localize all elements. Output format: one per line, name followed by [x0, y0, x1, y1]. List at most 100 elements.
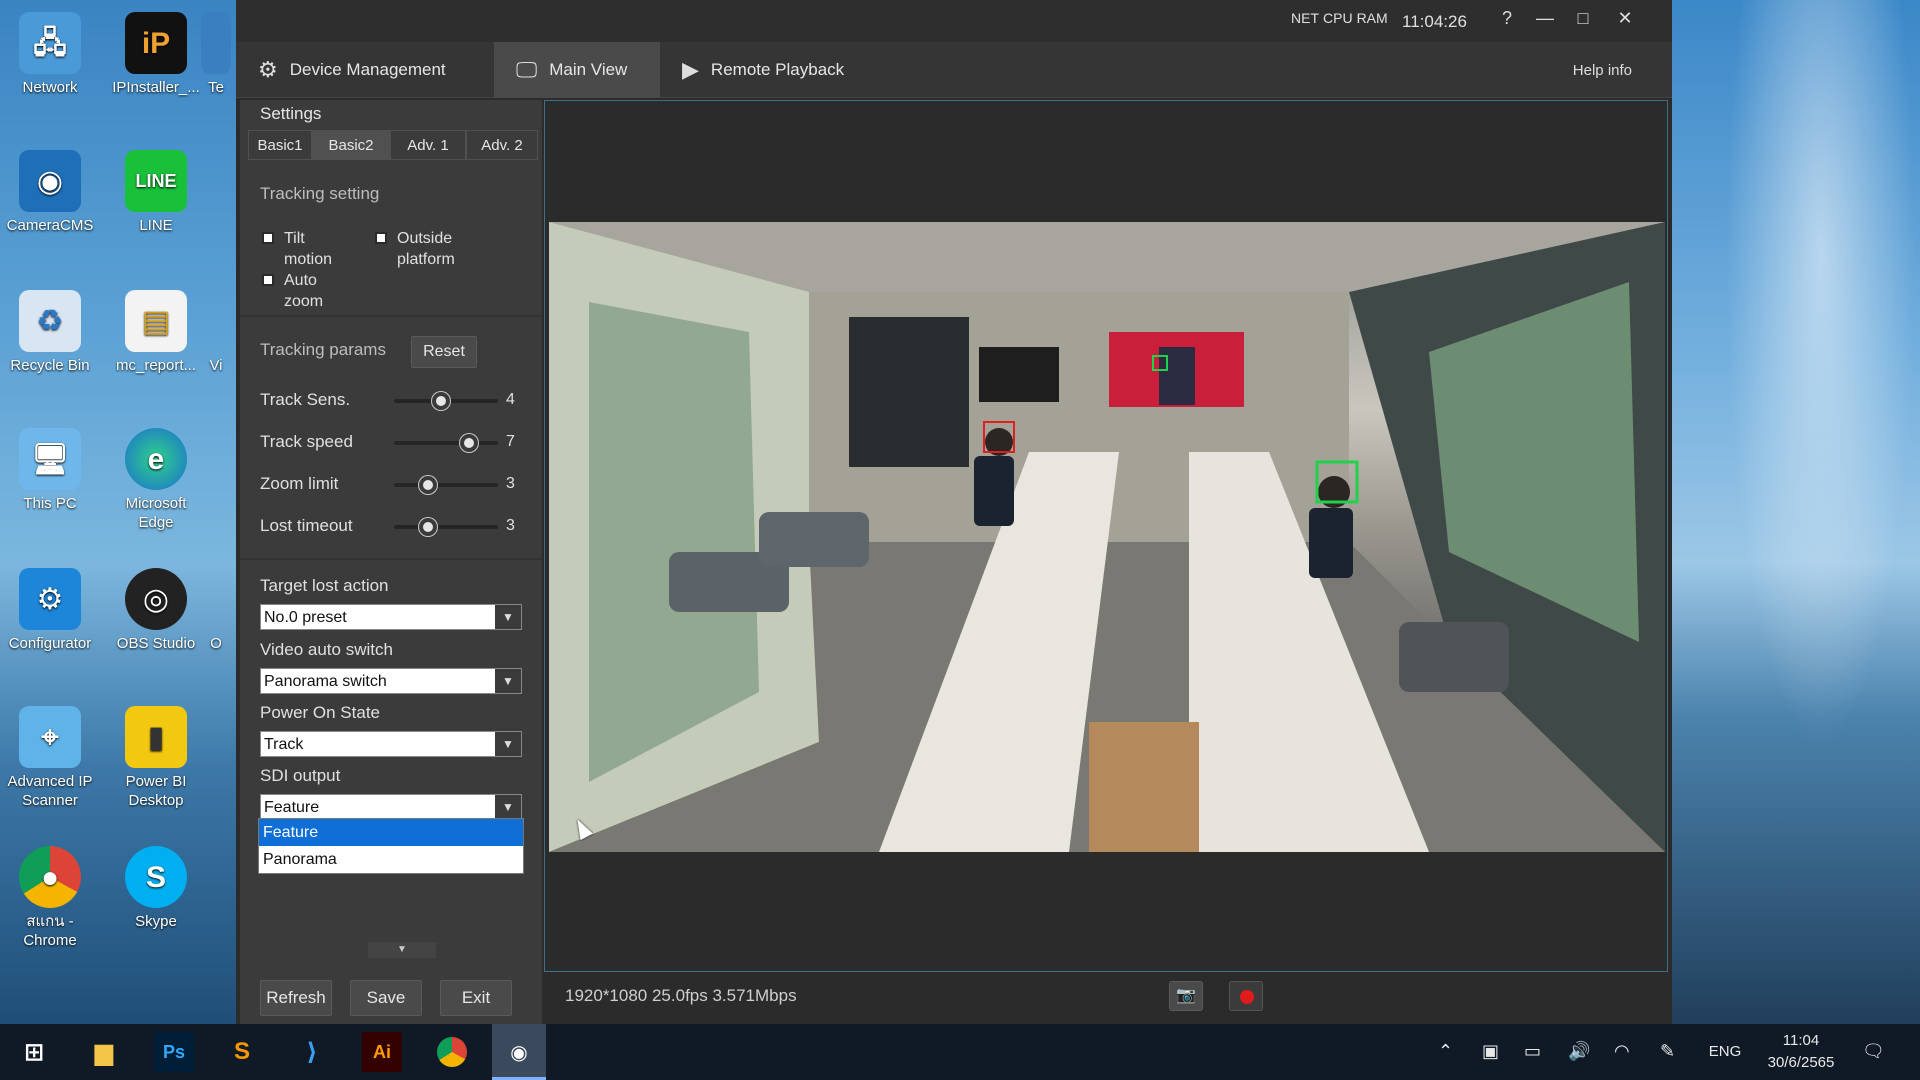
wifi-icon[interactable]: ◠	[1614, 1041, 1630, 1062]
tab-main-view[interactable]: 🖵 Main View	[494, 42, 660, 98]
power-on-state-select[interactable]: Track ▼	[260, 731, 522, 757]
reset-button[interactable]: Reset	[411, 336, 477, 368]
system-monitor: NET CPU RAM	[1291, 10, 1388, 26]
maximize-button[interactable]: □	[1564, 4, 1602, 32]
scroll-down-arrow[interactable]: ▼	[368, 942, 436, 958]
subtab-adv1[interactable]: Adv. 1	[390, 130, 466, 160]
track-sens-value: 4	[506, 391, 515, 408]
minimize-button[interactable]: —	[1526, 4, 1564, 32]
desktop-icon-configurator[interactable]: ⚙ Configurator	[0, 568, 100, 653]
desktop-icon-network[interactable]: 🖧 Network	[0, 12, 100, 97]
sdi-output-select[interactable]: Feature ▼	[260, 794, 522, 820]
outside-platform-checkbox[interactable]: Outside platform	[375, 228, 497, 270]
chevron-down-icon[interactable]: ▼	[495, 732, 521, 756]
exit-button[interactable]: Exit	[440, 980, 512, 1016]
taskbar-time[interactable]: 11:04	[1756, 1030, 1846, 1052]
auto-zoom-checkbox[interactable]: Auto zoom	[262, 270, 344, 312]
chrome-icon[interactable]	[432, 1032, 472, 1072]
target-lost-action-select[interactable]: No.0 preset ▼	[260, 604, 522, 630]
desktop-icon-ip-scanner[interactable]: ⌖ Advanced IP Scanner	[0, 706, 100, 810]
desktop-icon-report[interactable]: ▤ mc_report...	[106, 290, 206, 375]
desktop-icon-recycle-bin[interactable]: ♻ Recycle Bin	[0, 290, 100, 375]
meet-now-icon[interactable]: ▣	[1482, 1041, 1499, 1062]
chevron-down-icon[interactable]: ▼	[495, 795, 521, 819]
notifications-icon[interactable]: 🗨	[1862, 1041, 1885, 1062]
subtab-adv2[interactable]: Adv. 2	[466, 130, 538, 160]
file-explorer-icon[interactable]: ▆	[84, 1032, 124, 1072]
dropdown-option-panorama[interactable]: Panorama	[259, 846, 523, 873]
camera-video-feed[interactable]	[549, 222, 1665, 852]
partial-icon	[201, 290, 231, 352]
desktop-icon-chrome[interactable]: ● สแกน - Chrome	[0, 846, 100, 950]
record-button[interactable]	[1229, 981, 1263, 1011]
subtab-basic2[interactable]: Basic2	[312, 130, 390, 160]
monitor-icon: 🖵	[516, 57, 538, 82]
desktop-icon-skype[interactable]: S Skype	[106, 846, 206, 931]
app-clock: 11:04:26	[1402, 12, 1467, 31]
camera-cms-icon: ◉	[19, 150, 81, 212]
tab-remote-playback[interactable]: ▶ Remote Playback	[660, 42, 896, 98]
desktop-icon-line[interactable]: LINE LINE	[106, 150, 206, 235]
subtab-basic1[interactable]: Basic1	[248, 130, 312, 160]
desktop-icon-powerbi[interactable]: ▮ Power BI Desktop	[106, 706, 206, 810]
track-speed-value: 7	[506, 433, 515, 450]
line-icon: LINE	[125, 150, 187, 212]
photoshop-icon[interactable]: Ps	[154, 1032, 194, 1072]
sublime-icon[interactable]: S	[222, 1032, 262, 1072]
slider-knob[interactable]	[419, 476, 438, 494]
dropdown-option-feature[interactable]: Feature	[259, 819, 523, 846]
save-button[interactable]: Save	[350, 980, 422, 1016]
tilt-motion-checkbox[interactable]: Tilt motion	[262, 228, 354, 270]
desktop-icon-edge[interactable]: e Microsoft Edge	[106, 428, 206, 532]
checkbox-icon	[262, 232, 274, 244]
help-button[interactable]: ?	[1488, 4, 1526, 32]
edge-icon: e	[125, 428, 187, 490]
illustrator-icon[interactable]: Ai	[362, 1032, 402, 1072]
track-sens-slider[interactable]	[394, 392, 498, 410]
tracking-setting-label: Tracking setting	[260, 184, 380, 203]
settings-title: Settings	[260, 104, 322, 123]
chevron-down-icon[interactable]: ▼	[495, 669, 521, 693]
slider-knob[interactable]	[419, 518, 438, 536]
track-sens-label: Track Sens.	[260, 390, 351, 409]
desktop-icon-camera-cms[interactable]: ◉ CameraCMS	[0, 150, 100, 235]
desktop-icon-partial-3[interactable]: O	[196, 568, 236, 653]
battery-icon[interactable]: ▭	[1524, 1041, 1541, 1062]
lost-timeout-slider[interactable]	[394, 518, 498, 536]
device-management-icon: ⚙	[258, 57, 278, 82]
slider-knob[interactable]	[431, 392, 450, 410]
camera-cms-window: NET CPU RAM 11:04:26 ? — □ ✕ ⚙ Device Mana…	[236, 0, 1672, 1024]
volume-icon[interactable]: 🔊	[1568, 1041, 1590, 1062]
refresh-button[interactable]: Refresh	[260, 980, 332, 1016]
ip-scanner-icon: ⌖	[19, 706, 81, 768]
target-lost-action-label: Target lost action	[260, 576, 389, 595]
desktop-icon-obs[interactable]: ◎ OBS Studio	[106, 568, 206, 653]
chevron-up-icon[interactable]: ⌃	[1438, 1041, 1453, 1062]
desktop-icon-ipinstaller[interactable]: iP IPInstaller_...	[106, 12, 206, 97]
close-button[interactable]: ✕	[1606, 4, 1644, 32]
taskbar: ⊞ ▆ Ps S ⟩ Ai ◉ ⌃ ▣ ▭ 🔊 ◠ ✎ ENG 11:04 30…	[0, 1024, 1920, 1080]
camera-icon: 📷	[1176, 987, 1196, 1004]
ipinstaller-icon: iP	[125, 12, 187, 74]
snapshot-button[interactable]: 📷	[1169, 981, 1203, 1011]
start-icon[interactable]: ⊞	[14, 1032, 54, 1072]
cms-icon[interactable]: ◉	[499, 1032, 539, 1072]
slider-knob[interactable]	[459, 434, 478, 452]
video-auto-switch-select[interactable]: Panorama switch ▼	[260, 668, 522, 694]
divider	[240, 315, 542, 317]
help-info-link[interactable]: Help info	[1573, 62, 1632, 79]
language-indicator[interactable]: ENG	[1700, 1041, 1750, 1063]
desktop-icon-partial-2[interactable]: Vi	[196, 290, 236, 375]
taskbar-date[interactable]: 30/6/2565	[1756, 1052, 1846, 1074]
configurator-icon: ⚙	[19, 568, 81, 630]
track-speed-slider[interactable]	[394, 434, 498, 452]
vscode-icon[interactable]: ⟩	[292, 1032, 332, 1072]
desktop-icon-partial-1[interactable]: Te	[196, 12, 236, 97]
desktop-icon-this-pc[interactable]: 🖥 This PC	[0, 428, 100, 513]
pen-icon[interactable]: ✎	[1660, 1041, 1675, 1062]
zoom-limit-value: 3	[506, 475, 515, 492]
sdi-output-dropdown-list: Feature Panorama	[258, 818, 524, 874]
tab-device-management[interactable]: ⚙ Device Management	[236, 42, 494, 98]
zoom-limit-slider[interactable]	[394, 476, 498, 494]
chevron-down-icon[interactable]: ▼	[495, 605, 521, 629]
